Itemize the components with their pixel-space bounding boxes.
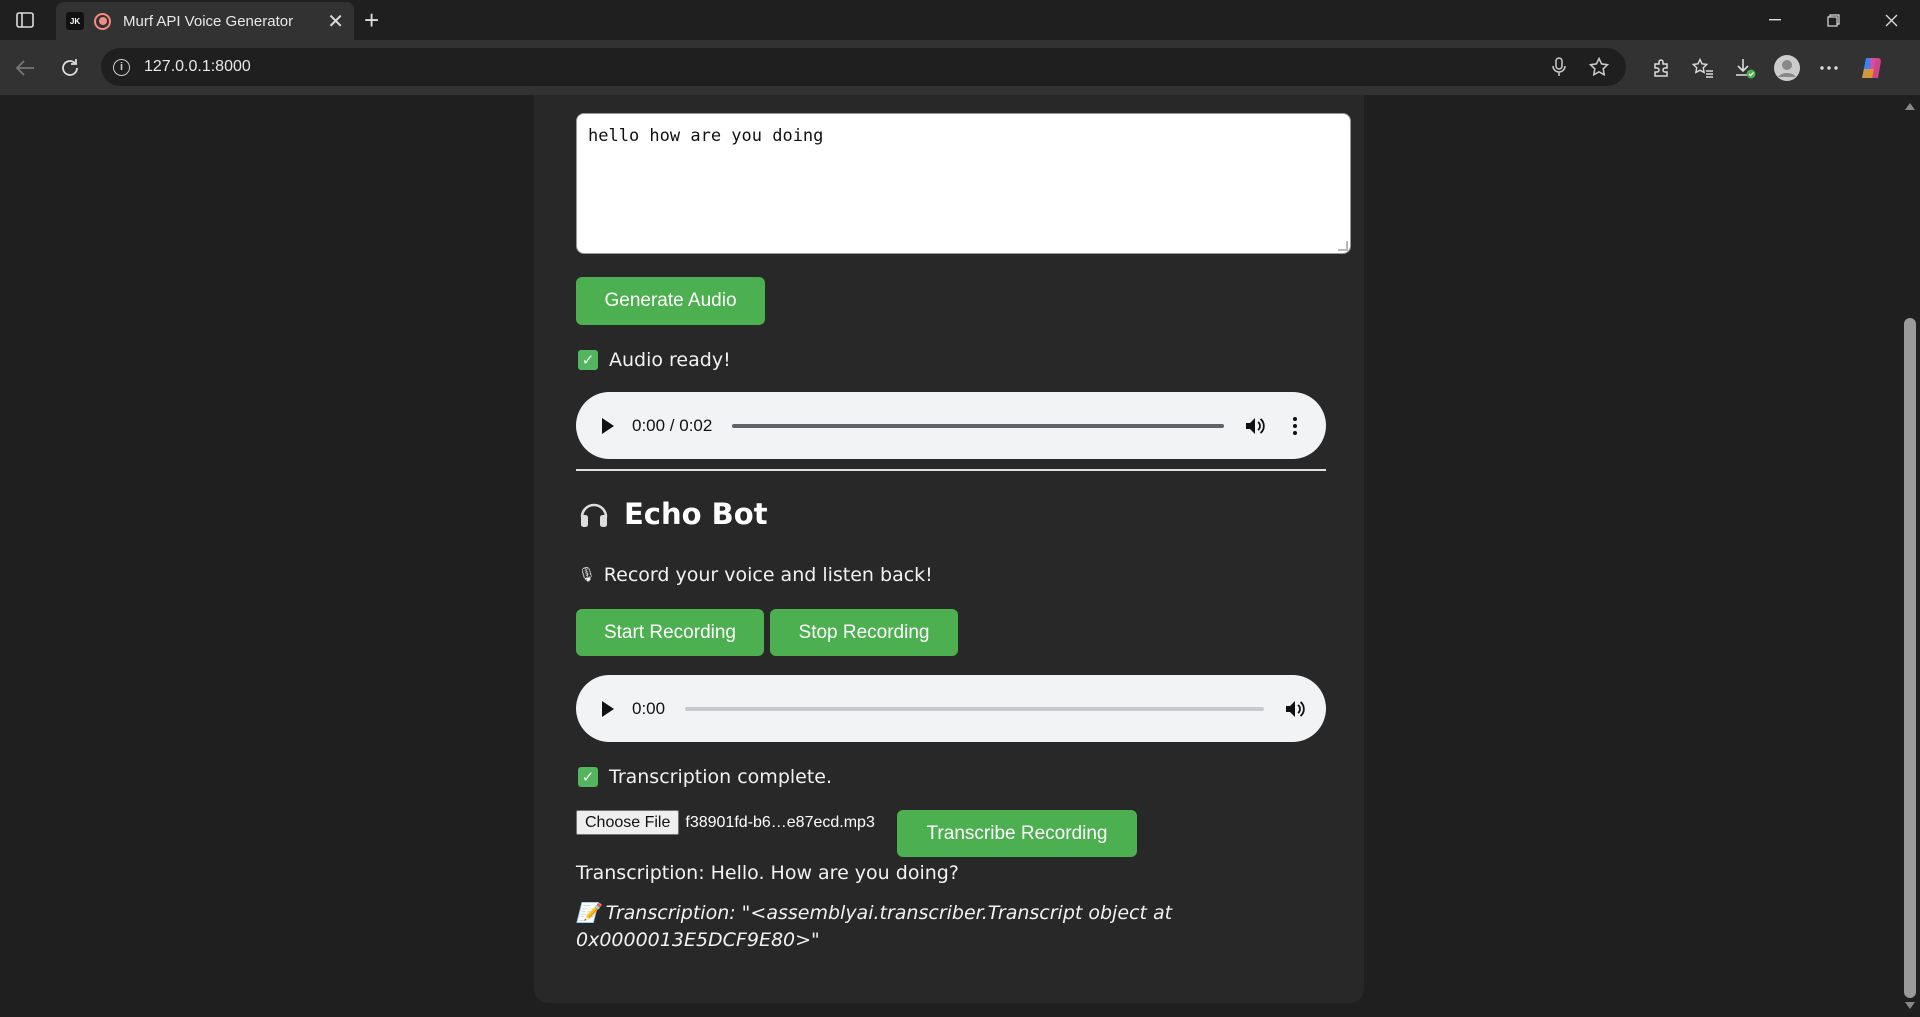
recording-progress-track[interactable] bbox=[685, 706, 1264, 711]
new-tab-icon[interactable]: + bbox=[364, 6, 379, 34]
browser-toolbar: i 127.0.0.1:8000 bbox=[0, 40, 1920, 95]
choose-file-button[interactable]: Choose File bbox=[576, 810, 680, 835]
transcribe-recording-button[interactable]: Transcribe Recording bbox=[897, 810, 1137, 857]
checkmark-icon: ✓ bbox=[578, 767, 598, 787]
start-recording-button[interactable]: Start Recording bbox=[576, 609, 764, 656]
transcription-result: Transcription: Hello. How are you doing? bbox=[576, 862, 959, 884]
section-divider bbox=[576, 469, 1326, 471]
headphones-icon bbox=[578, 499, 610, 529]
generate-audio-button[interactable]: Generate Audio bbox=[576, 277, 765, 325]
file-upload-row: Choose File f38901fd-b6…e87ecd.mp3 bbox=[576, 810, 875, 835]
scroll-thumb[interactable] bbox=[1904, 318, 1916, 998]
address-bar[interactable]: i 127.0.0.1:8000 bbox=[101, 48, 1626, 86]
play-icon[interactable] bbox=[602, 700, 614, 717]
close-window-icon[interactable] bbox=[1862, 0, 1920, 40]
resize-handle-icon[interactable] bbox=[1338, 241, 1348, 251]
memo-icon: 📝 bbox=[576, 902, 600, 924]
selected-file-name: f38901fd-b6…e87ecd.mp3 bbox=[685, 813, 875, 831]
tts-text-input[interactable]: hello how are you doing bbox=[576, 113, 1351, 254]
reload-icon[interactable] bbox=[55, 53, 85, 83]
play-icon[interactable] bbox=[602, 417, 614, 434]
transcription-object-text: Transcription: "<assemblyai.transcriber.… bbox=[576, 902, 1173, 951]
audio-time: 0:00 / 0:02 bbox=[632, 415, 713, 435]
recording-time: 0:00 bbox=[632, 698, 666, 718]
recording-indicator-icon bbox=[94, 12, 111, 30]
transcription-object: 📝 Transcription: "<assemblyai.transcribe… bbox=[576, 900, 1196, 954]
audio-progress-track[interactable] bbox=[732, 423, 1224, 428]
browser-tabbar: JK Murf API Voice Generator ✕ + bbox=[0, 0, 1920, 40]
scroll-up-icon[interactable] bbox=[1905, 103, 1915, 110]
more-menu-icon[interactable] bbox=[1808, 50, 1850, 86]
checkmark-icon: ✓ bbox=[578, 350, 598, 370]
microphone-icon: 🎙 bbox=[578, 567, 596, 583]
tab-title: Murf API Voice Generator bbox=[123, 12, 294, 30]
echo-bot-title: Echo Bot bbox=[624, 497, 768, 531]
restore-icon[interactable] bbox=[1804, 0, 1862, 40]
profile-avatar-icon[interactable] bbox=[1766, 50, 1808, 86]
tts-text-value: hello how are you doing bbox=[588, 126, 824, 146]
tab-actions-icon[interactable] bbox=[10, 8, 40, 32]
vertical-scrollbar[interactable] bbox=[1900, 95, 1920, 1017]
url-text[interactable]: 127.0.0.1:8000 bbox=[144, 58, 1534, 76]
copilot-icon[interactable] bbox=[1850, 50, 1892, 86]
site-info-icon[interactable]: i bbox=[113, 58, 130, 76]
volume-icon[interactable] bbox=[1284, 698, 1306, 720]
audio-status-text: Audio ready! bbox=[609, 349, 731, 371]
transcription-status-text: Transcription complete. bbox=[609, 766, 833, 788]
audio-status: ✓ Audio ready! bbox=[578, 349, 731, 371]
more-options-icon[interactable] bbox=[1284, 415, 1306, 437]
microphone-icon[interactable] bbox=[1544, 52, 1574, 82]
echo-bot-heading: Echo Bot bbox=[578, 497, 768, 531]
transcription-status: ✓ Transcription complete. bbox=[578, 766, 832, 788]
extensions-icon[interactable] bbox=[1640, 50, 1682, 86]
echo-bot-subtitle: 🎙 Record your voice and listen back! bbox=[578, 564, 933, 586]
recording-audio-player[interactable]: 0:00 bbox=[576, 675, 1326, 742]
scroll-down-icon[interactable] bbox=[1905, 1002, 1915, 1009]
downloads-icon[interactable] bbox=[1724, 50, 1766, 86]
minimize-icon[interactable] bbox=[1746, 0, 1804, 40]
tab-close-icon[interactable]: ✕ bbox=[327, 9, 344, 34]
toolbar-right-tools bbox=[1640, 50, 1892, 86]
stop-recording-button[interactable]: Stop Recording bbox=[770, 609, 958, 656]
echo-bot-subtitle-text: Record your voice and listen back! bbox=[603, 564, 933, 586]
browser-tab-active[interactable]: JK Murf API Voice Generator ✕ bbox=[56, 2, 354, 40]
generated-audio-player[interactable]: 0:00 / 0:02 bbox=[576, 392, 1326, 459]
back-icon[interactable] bbox=[10, 53, 40, 83]
tab-favicon-icon: JK bbox=[66, 12, 84, 30]
window-controls bbox=[1746, 0, 1920, 40]
favorites-icon[interactable] bbox=[1682, 50, 1724, 86]
volume-icon[interactable] bbox=[1244, 415, 1266, 437]
favorite-star-icon[interactable] bbox=[1584, 52, 1614, 82]
